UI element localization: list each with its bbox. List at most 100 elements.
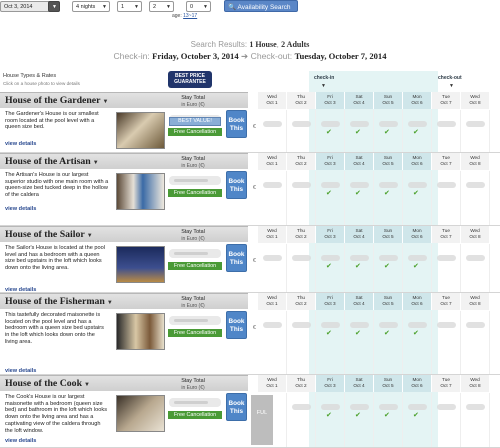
day-cell[interactable]: [432, 244, 461, 293]
day-cell[interactable]: [461, 393, 490, 448]
day-date: Oct 4: [353, 100, 365, 106]
day-date: Oct 2: [295, 383, 307, 389]
view-details-link[interactable]: view details: [5, 206, 36, 212]
day-cell[interactable]: ✔: [316, 171, 345, 226]
day-date: Oct 1: [266, 301, 278, 307]
day-cell[interactable]: ✔: [316, 311, 345, 375]
day-cell[interactable]: [287, 171, 316, 226]
day-cell[interactable]: ✔: [403, 311, 432, 375]
day-cell[interactable]: ✔: [374, 311, 403, 375]
rate-value: [379, 182, 398, 188]
day-cell[interactable]: ✔: [345, 171, 374, 226]
book-this-button[interactable]: Book This: [226, 110, 247, 138]
day-cell[interactable]: [461, 110, 490, 153]
day-cell[interactable]: ✔: [345, 393, 374, 448]
nights-select[interactable]: 4 nights ▼: [72, 1, 110, 12]
chevron-down-icon: ▼: [92, 160, 99, 166]
day-cell[interactable]: [258, 171, 287, 226]
best-price-guarantee-badge[interactable]: BEST PRICE GUARANTEE: [168, 71, 212, 88]
check-icon: ✔: [384, 330, 390, 337]
day-cell[interactable]: ✔: [374, 244, 403, 293]
room-name[interactable]: House of the Artisan ▼: [5, 156, 99, 167]
day-cell[interactable]: ✔: [403, 244, 432, 293]
day-cell[interactable]: [432, 110, 461, 153]
stay-total-price: [169, 316, 221, 325]
day-date: Oct 8: [469, 100, 481, 106]
rate-value: [437, 121, 456, 127]
day-header: Thu Oct 2: [287, 226, 316, 243]
chevron-down-icon: ▼: [106, 300, 113, 306]
check-icon: ✔: [413, 263, 419, 270]
book-this-button[interactable]: Book This: [226, 311, 247, 339]
day-cell[interactable]: ✔: [316, 393, 345, 448]
room-photo[interactable]: [116, 173, 165, 210]
day-cell[interactable]: ✔: [316, 110, 345, 153]
day-header: Sat Oct 4: [345, 293, 374, 310]
availability-search-button[interactable]: 🔍 Availability Search: [224, 0, 298, 12]
stay-total: Stay Total in Euro (€): [165, 378, 221, 391]
day-cell[interactable]: ✔: [316, 244, 345, 293]
day-cell[interactable]: [461, 244, 490, 293]
rate-value: [350, 182, 369, 188]
room-photo[interactable]: [116, 395, 165, 432]
day-cell[interactable]: [432, 171, 461, 226]
rate-value: [466, 255, 485, 261]
day-header: Sun Oct 5: [374, 375, 403, 392]
day-date: Oct 3: [324, 301, 336, 307]
view-details-link[interactable]: view details: [5, 141, 36, 147]
day-cell[interactable]: ✔: [403, 393, 432, 448]
day-cell[interactable]: ✔: [403, 171, 432, 226]
day-cell[interactable]: [461, 171, 490, 226]
day-cell[interactable]: ✔: [374, 171, 403, 226]
room-photo[interactable]: [116, 112, 165, 149]
adults-select[interactable]: 2 ▼: [149, 1, 174, 12]
view-details-link[interactable]: view details: [5, 438, 36, 444]
day-header: Mon Oct 6: [403, 92, 432, 109]
rooms-select[interactable]: 1 ▼: [117, 1, 142, 12]
room-name[interactable]: House of the Sailor ▼: [5, 229, 93, 240]
day-header: Sat Oct 4: [345, 226, 374, 243]
day-header: Tue Oct 7: [432, 375, 461, 392]
day-cell[interactable]: [287, 311, 316, 375]
day-cell[interactable]: [287, 393, 316, 448]
room-name[interactable]: House of the Cook ▼: [5, 378, 90, 389]
day-header: Fri Oct 3: [316, 375, 345, 392]
check-icon: ✔: [413, 190, 419, 197]
rate-value: [437, 322, 456, 328]
day-cell[interactable]: [287, 110, 316, 153]
day-cell[interactable]: [432, 393, 461, 448]
day-cell[interactable]: ✔: [345, 244, 374, 293]
day-cell[interactable]: ✔: [345, 110, 374, 153]
calendar-dropdown-button[interactable]: ▼: [48, 1, 60, 12]
room-name[interactable]: House of the Fisherman ▼: [5, 296, 113, 307]
rate-value: [466, 404, 485, 410]
stay-total-price: [169, 249, 221, 258]
day-cell[interactable]: [258, 244, 287, 293]
day-cell[interactable]: ✔: [345, 311, 374, 375]
day-cell[interactable]: [287, 244, 316, 293]
day-cell[interactable]: [461, 311, 490, 375]
day-cell[interactable]: ✔: [374, 110, 403, 153]
day-date: Oct 8: [469, 234, 481, 240]
age-range-link[interactable]: 13~17: [183, 13, 197, 19]
children-select[interactable]: 0 ▼: [186, 1, 211, 12]
day-header: Wed Oct 1: [258, 92, 287, 109]
day-header: Thu Oct 2: [287, 375, 316, 392]
book-this-button[interactable]: Book This: [226, 244, 247, 272]
room-photo[interactable]: [116, 246, 165, 283]
day-cell[interactable]: [258, 110, 287, 153]
day-cell[interactable]: [432, 311, 461, 375]
book-this-button[interactable]: Book This: [226, 171, 247, 199]
stay-total-currency: in Euro (€): [181, 302, 205, 309]
fully-booked-cell: FUL: [251, 395, 273, 445]
chevron-down-icon: ▼: [102, 99, 109, 105]
room-photo[interactable]: [116, 313, 165, 350]
best-value-badge: BEST VALUE!: [169, 117, 221, 126]
check-icon: ✔: [355, 330, 361, 337]
day-header: Thu Oct 2: [287, 153, 316, 170]
day-cell[interactable]: ✔: [403, 110, 432, 153]
book-this-button[interactable]: Book This: [226, 393, 247, 421]
room-name[interactable]: House of the Gardener ▼: [5, 95, 108, 106]
day-cell[interactable]: ✔: [374, 393, 403, 448]
day-cell[interactable]: [258, 311, 287, 375]
